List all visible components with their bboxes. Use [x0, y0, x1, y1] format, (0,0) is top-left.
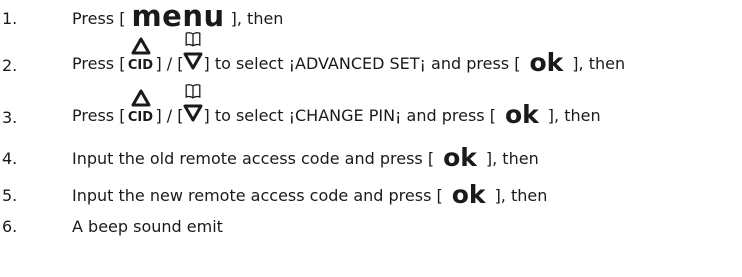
step-number: 2. — [2, 56, 18, 75]
ok-key-label: ok — [529, 48, 564, 77]
step-prefix: Press [ — [72, 54, 126, 73]
step-text: A beep sound emit — [72, 217, 223, 236]
cid-key-label: CID — [127, 110, 154, 125]
step-suffix: ], then — [485, 149, 539, 168]
step-separator: ] / [ — [155, 106, 184, 125]
step-prefix: Press [ — [72, 106, 126, 125]
step-middle: ] to select ¡CHANGE PIN¡ and press [ — [203, 106, 496, 125]
menu-key-label: menu — [131, 0, 225, 33]
step-separator: ] / [ — [155, 54, 184, 73]
step-2: 2. Press [CID] / [ ] to select ¡ADVANCED … — [0, 32, 742, 81]
step-number: 1. — [2, 9, 18, 28]
triangle-up-icon — [131, 89, 151, 107]
step-suffix: ], then — [494, 186, 548, 205]
ok-key-label: ok — [443, 143, 477, 172]
step-suffix: ], then — [230, 9, 284, 28]
cropped-text-fragment — [0, 0, 60, 3]
step-prefix: Input the old remote access code and pre… — [72, 149, 435, 168]
down-phonebook-key — [183, 32, 203, 70]
step-text: Input the old remote access code and pre… — [72, 145, 539, 170]
page: { "steps": [ {"num": "1.", "pre": "Press… — [0, 0, 742, 277]
cid-up-key: CID — [125, 37, 155, 75]
step-text: Press [ menu ], then — [72, 2, 284, 31]
step-1: 1. Press [ menu ], then — [0, 2, 742, 34]
step-text: Press [CID] / [ ] to select ¡ADVANCED SET… — [72, 32, 626, 77]
step-5: 5. Input the new remote access code and … — [0, 181, 742, 211]
step-prefix: Input the new remote access code and pre… — [72, 186, 443, 205]
triangle-up-icon — [131, 37, 151, 55]
step-4: 4. Input the old remote access code and … — [0, 144, 742, 174]
down-phonebook-key — [183, 84, 203, 122]
step-suffix: ], then — [547, 106, 601, 125]
triangle-down-icon — [183, 52, 203, 70]
step-number: 5. — [2, 186, 18, 205]
step-3: 3. Press [CID] / [ ] to select ¡CHANGE PI… — [0, 84, 742, 133]
step-middle: ] to select ¡ADVANCED SET¡ and press [ — [203, 54, 521, 73]
ok-key-label: ok — [504, 100, 539, 129]
step-number: 6. — [2, 217, 18, 236]
cid-up-key: CID — [125, 89, 155, 127]
ok-key-label: ok — [451, 180, 486, 209]
triangle-down-icon — [183, 104, 203, 122]
step-text: Input the new remote access code and pre… — [72, 182, 548, 207]
step-suffix: ], then — [572, 54, 626, 73]
step-6: 6. A beep sound emit — [0, 212, 742, 242]
open-book-icon — [186, 32, 201, 47]
step-text: Press [CID] / [ ] to select ¡CHANGE PIN¡ … — [72, 84, 601, 129]
step-prefix: Press [ — [72, 9, 126, 28]
open-book-icon — [186, 84, 201, 99]
cid-key-label: CID — [127, 58, 154, 73]
step-number: 3. — [2, 108, 18, 127]
step-number: 4. — [2, 149, 18, 168]
